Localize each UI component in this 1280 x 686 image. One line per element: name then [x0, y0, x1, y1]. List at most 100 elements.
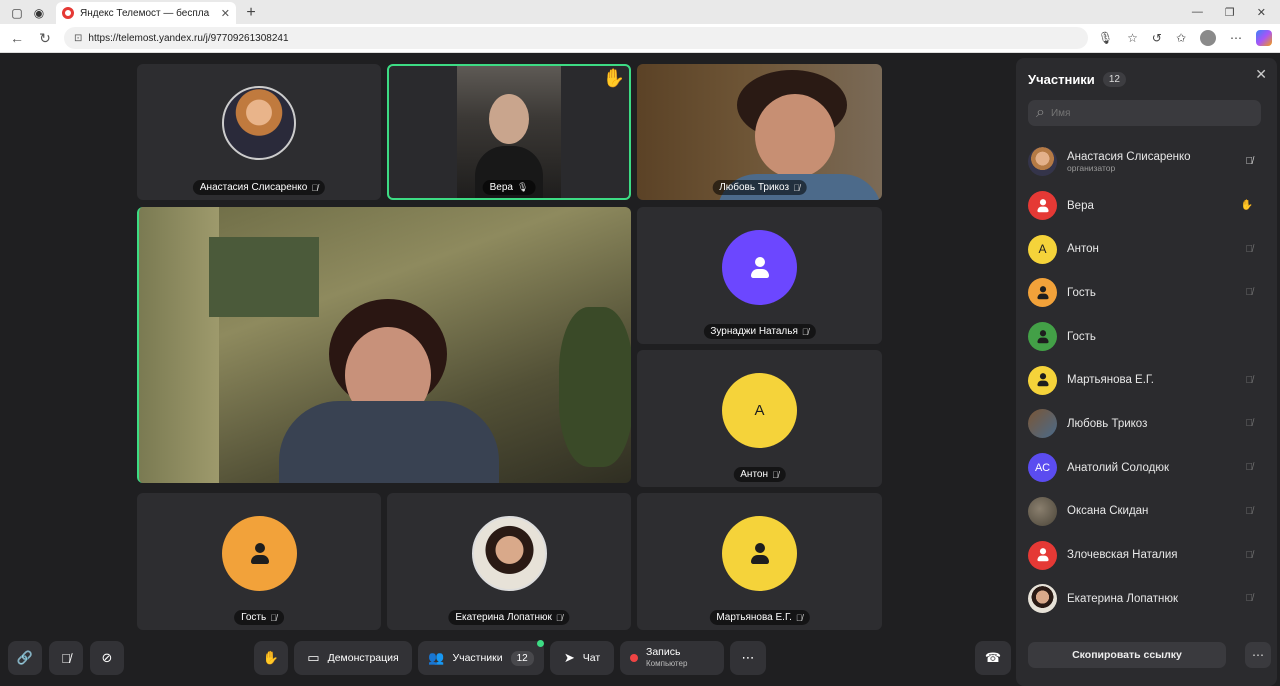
mic-permission-icon[interactable]: 🎙	[1098, 31, 1113, 45]
participants-panel: Участники 12 ✕ ⌕ Анастасия Слисаренкоорг…	[1016, 58, 1277, 686]
search-input[interactable]	[1050, 107, 1231, 119]
mic-off-icon: 🎙̸	[1245, 462, 1254, 474]
url-field[interactable]: ⊡ https://telemost.yandex.ru/j/977092613…	[64, 27, 1088, 49]
active-indicator-dot	[537, 640, 544, 647]
video-tile-anton[interactable]: А Антон 🎙̸	[637, 350, 882, 487]
back-icon[interactable]: ←	[8, 30, 26, 46]
sidebar-toggle-icon[interactable]: ▢	[6, 2, 28, 24]
raised-hand-icon: ✋	[1240, 200, 1253, 212]
participant-row[interactable]: АС Анатолий Солодюк 🎙̸	[1028, 446, 1261, 490]
participant-row[interactable]: Гость	[1028, 315, 1261, 359]
browser-chrome: ▢ ◉ Яндекс Телемост — беспла ✕ + — ❐ ✕ ←…	[0, 0, 1280, 53]
person-icon	[1034, 329, 1050, 345]
mic-off-icon: 🎙̸	[61, 650, 71, 666]
avatar-photo	[222, 86, 296, 160]
screen-share-label: Демонстрация	[327, 652, 399, 664]
close-tab-icon[interactable]: ✕	[221, 7, 230, 20]
new-tab-icon[interactable]: +	[240, 2, 262, 24]
url-text: https://telemost.yandex.ru/j/97709261308…	[88, 32, 289, 44]
window-controls: — ❐ ✕	[1192, 0, 1280, 24]
video-tile-lyubov[interactable]: Любовь Трикоз 🎙̸	[637, 64, 882, 200]
record-dot-icon	[630, 654, 638, 662]
video-tile-ekaterina[interactable]: Екатерина Лопатнюк 🎙̸	[387, 493, 631, 630]
copilot-icon[interactable]	[1256, 30, 1272, 46]
participant-row[interactable]: А Антон 🎙̸	[1028, 227, 1261, 271]
panel-header: Участники 12	[1028, 72, 1126, 87]
close-window-icon[interactable]: ✕	[1257, 6, 1266, 19]
tile-name: Анастасия Слисаренко	[199, 182, 308, 193]
tile-name-chip: Вера 🎙	[482, 180, 536, 195]
participant-name: Екатерина Лопатнюк	[1067, 592, 1178, 605]
person-icon	[1034, 197, 1050, 213]
favorites-icon[interactable]: ✩	[1176, 31, 1186, 45]
browser-tab[interactable]: Яндекс Телемост — беспла ✕	[56, 2, 236, 24]
search-icon: ⌕	[1036, 104, 1045, 121]
site-info-icon[interactable]: ⊡	[74, 33, 82, 44]
participant-row[interactable]: Злочевская Наталия 🎙̸	[1028, 533, 1261, 577]
participant-avatar	[1028, 322, 1057, 352]
tile-name-chip: Екатерина Лопатнюк 🎙̸	[448, 610, 570, 625]
participant-row[interactable]: Мартьянова Е.Г. 🎙̸	[1028, 358, 1261, 402]
video-tile-guest[interactable]: Гость 🎙̸	[137, 493, 381, 630]
record-label: Запись	[646, 646, 681, 658]
tile-name: Любовь Трикоз	[719, 182, 790, 193]
more-options-button[interactable]: ⋯	[730, 641, 766, 675]
mic-off-icon: 🎙̸	[793, 182, 800, 193]
avatar-placeholder	[222, 516, 297, 591]
participant-row[interactable]: Вера ✋	[1028, 184, 1261, 228]
raise-hand-button[interactable]: ✋	[254, 641, 288, 675]
mic-off-icon[interactable]: 🎙̸	[1246, 156, 1254, 167]
participant-row[interactable]: Анастасия Слисаренко организатор 🎙̸	[1028, 140, 1261, 184]
reload-icon[interactable]: ↻	[36, 30, 54, 47]
screen-share-button[interactable]: ▭ Демонстрация	[294, 641, 412, 675]
participant-avatar	[1028, 365, 1057, 395]
profile-avatar[interactable]	[1200, 30, 1216, 46]
record-button[interactable]: Запись Компьютер	[620, 641, 724, 675]
video-tile-main-speaker[interactable]	[137, 207, 631, 483]
chat-label: Чат	[582, 652, 601, 664]
send-icon: ➤	[563, 650, 575, 665]
participant-name: Анастасия Слисаренко	[1067, 150, 1191, 163]
video-tile-zurnadzhi[interactable]: Зурнаджи Наталья 🎙̸	[637, 207, 882, 344]
participant-row[interactable]: Екатерина Лопатнюк 🎙̸	[1028, 577, 1261, 621]
tile-name-chip: Антон 🎙̸	[733, 467, 786, 482]
screen-icon: ▭	[307, 650, 320, 665]
leave-call-button[interactable]: ☎	[975, 641, 1011, 675]
copy-link-button[interactable]: Скопировать ссылку	[1028, 642, 1226, 668]
video-tile-anastasia[interactable]: Анастасия Слисаренко 🎙̸	[137, 64, 381, 200]
participant-avatar	[1028, 278, 1057, 308]
participant-row[interactable]: Гость 🎙̸	[1028, 271, 1261, 315]
refresh-ext-icon[interactable]: ↺	[1152, 31, 1162, 45]
chat-button[interactable]: ➤ Чат	[550, 641, 614, 675]
avatar-placeholder	[722, 516, 797, 591]
participant-avatar-photo	[1028, 496, 1057, 526]
menu-dots-icon[interactable]: ⋯	[1230, 31, 1242, 45]
mic-off-icon: 🎙̸	[1245, 505, 1254, 517]
maximize-icon[interactable]: ❐	[1225, 6, 1235, 19]
participant-name: Вера	[1067, 199, 1094, 212]
participant-name: Гость	[1067, 286, 1096, 299]
close-panel-icon[interactable]: ✕	[1255, 66, 1267, 83]
participant-search[interactable]: ⌕	[1028, 100, 1261, 126]
tab-actions-icon[interactable]: ◉	[28, 2, 50, 24]
person-icon	[747, 541, 773, 567]
minimize-icon[interactable]: —	[1192, 6, 1203, 18]
favorite-star-icon[interactable]: ☆	[1127, 31, 1138, 45]
participant-row[interactable]: Любовь Трикоз 🎙̸	[1028, 402, 1261, 446]
browser-tools: 🎙 ☆ ↺ ✩ ⋯	[1098, 30, 1272, 46]
participants-label: Участники	[452, 652, 503, 664]
camera-toggle-button[interactable]: ⊘	[90, 641, 124, 675]
participants-button[interactable]: 👥 Участники 12	[418, 641, 544, 675]
mic-off-icon: 🎙̸	[1245, 418, 1254, 430]
panel-more-button[interactable]: ⋯	[1245, 642, 1271, 668]
tile-name: Мартьянова Е.Г.	[716, 612, 792, 623]
mic-off-icon: 🎙̸	[795, 612, 803, 623]
participant-name: Любовь Трикоз	[1067, 417, 1148, 430]
mic-toggle-button[interactable]: 🎙̸	[49, 641, 83, 675]
video-tile-vera[interactable]: ✋ Вера 🎙	[387, 64, 631, 200]
video-tile-martyanova[interactable]: Мартьянова Е.Г. 🎙̸	[637, 493, 882, 630]
copy-link-icon-button[interactable]: 🔗	[8, 641, 42, 675]
participant-row[interactable]: Оксана Скидан 🎙̸	[1028, 490, 1261, 534]
record-sub-label: Компьютер	[646, 659, 688, 668]
person-icon	[1034, 372, 1050, 388]
